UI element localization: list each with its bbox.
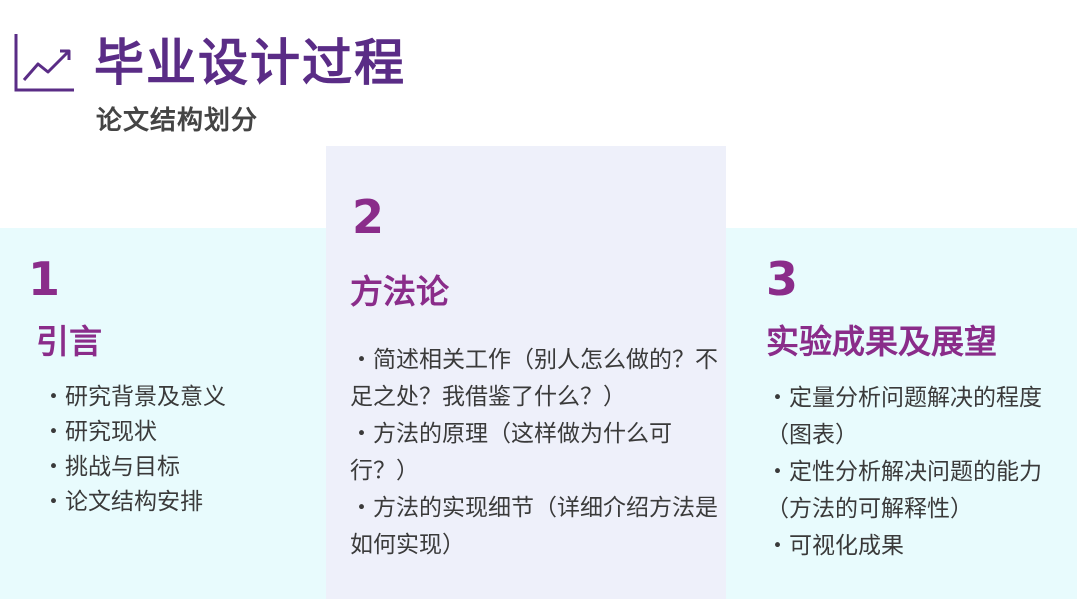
list-item: ・方法的原理（这样做为什么可行？） xyxy=(350,421,672,484)
section-heading: 实验成果及展望 xyxy=(766,322,997,361)
section-bullet-list: ・简述相关工作（别人怎么做的？不足之处？我借鉴了什么？） ・方法的原理（这样做为… xyxy=(350,342,722,564)
section-bullet-list: ・研究背景及意义 ・研究现状 ・挑战与目标 ・论文结构安排 xyxy=(42,380,312,520)
list-item: ・定量分析问题解决的程度（图表） xyxy=(766,385,1042,448)
page-title: 毕业设计过程 xyxy=(94,34,406,92)
section-heading: 引言 xyxy=(36,322,102,361)
page-subtitle: 论文结构划分 xyxy=(96,106,259,136)
section-number: 2 xyxy=(352,190,385,244)
list-item: ・研究背景及意义 xyxy=(42,384,226,410)
section-results-outlook: 3 实验成果及展望 ・定量分析问题解决的程度（图表） ・定性分析解决问题的能力（… xyxy=(726,228,1077,599)
section-methodology: 2 方法论 ・简述相关工作（别人怎么做的？不足之处？我借鉴了什么？） ・方法的原… xyxy=(326,146,726,599)
trend-line-chart-icon xyxy=(14,34,74,92)
list-item: ・挑战与目标 xyxy=(42,454,180,480)
section-bullet-list: ・定量分析问题解决的程度（图表） ・定性分析解决问题的能力（方法的可解释性） ・… xyxy=(766,380,1066,565)
list-item: ・论文结构安排 xyxy=(42,489,203,515)
section-number: 3 xyxy=(766,252,799,306)
list-item: ・方法的实现细节（详细介绍方法是如何实现） xyxy=(350,495,718,558)
list-item: ・研究现状 xyxy=(42,419,157,445)
section-heading: 方法论 xyxy=(350,272,449,311)
list-item: ・可视化成果 xyxy=(766,533,904,559)
section-introduction: 1 引言 ・研究背景及意义 ・研究现状 ・挑战与目标 ・论文结构安排 xyxy=(0,228,326,599)
section-number: 1 xyxy=(28,252,61,306)
list-item: ・定性分析解决问题的能力（方法的可解释性） xyxy=(766,459,1042,522)
list-item: ・简述相关工作（别人怎么做的？不足之处？我借鉴了什么？） xyxy=(350,347,718,410)
